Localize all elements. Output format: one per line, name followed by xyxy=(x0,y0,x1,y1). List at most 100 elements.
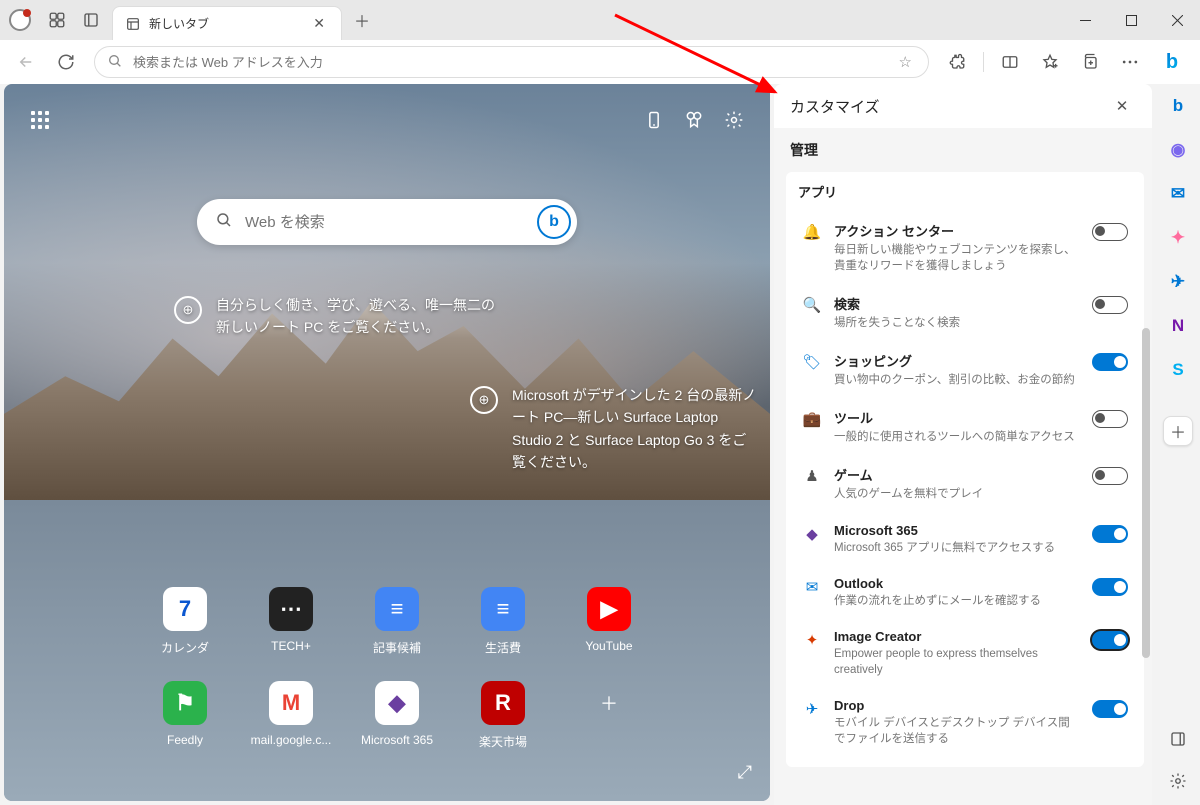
globe-icon: ⊕ xyxy=(174,296,202,324)
quick-link-tile[interactable]: ≡生活費 xyxy=(452,587,554,677)
tile-label: Feedly xyxy=(167,733,203,747)
search-icon xyxy=(107,53,123,72)
sidebar-settings-button[interactable] xyxy=(1164,767,1192,795)
sidebar-image-creator-button[interactable]: ✦ xyxy=(1164,224,1192,252)
rewards-button[interactable] xyxy=(676,102,712,138)
app-title: ショッピング xyxy=(834,351,1080,370)
quick-link-tile[interactable]: ◆Microsoft 365 xyxy=(346,681,448,771)
app-toggle[interactable] xyxy=(1092,223,1128,241)
promo-banner-2[interactable]: ⊕ Microsoft がデザインした 2 台の最新ノート PC—新しい Sur… xyxy=(470,384,760,474)
bing-chat-button[interactable]: b xyxy=(1152,42,1192,82)
window-controls xyxy=(1062,0,1200,40)
add-tile-button[interactable]: ＋ xyxy=(558,681,660,771)
customize-close-button[interactable]: ✕ xyxy=(1108,92,1136,120)
mobile-button[interactable] xyxy=(636,102,672,138)
apps-menu-button[interactable] xyxy=(22,102,58,138)
close-window-button[interactable] xyxy=(1154,0,1200,40)
favorites-button[interactable] xyxy=(1032,44,1068,80)
profile-icon xyxy=(9,9,31,31)
sidebar-drop-button[interactable]: ✈ xyxy=(1164,268,1192,296)
tile-icon: M xyxy=(269,681,313,725)
extensions-button[interactable] xyxy=(939,44,975,80)
back-button[interactable] xyxy=(8,44,44,80)
scrollbar[interactable] xyxy=(1142,328,1150,658)
tab-title: 新しいタブ xyxy=(149,15,309,32)
customize-card-title: アプリ xyxy=(798,182,1132,201)
plus-icon: ＋ xyxy=(587,681,631,725)
tile-label: mail.google.c... xyxy=(251,733,332,747)
maximize-button[interactable] xyxy=(1108,0,1154,40)
tile-label: 楽天市場 xyxy=(479,733,527,750)
app-toggle[interactable] xyxy=(1092,578,1128,596)
app-title: Outlook xyxy=(834,576,1080,591)
customize-item: ✦ Image Creator Empower people to expres… xyxy=(798,619,1132,688)
customize-apps-card: アプリ 🔔 アクション センター 毎日新しい機能やウェブコンテンツを探索し、貴重… xyxy=(786,172,1144,767)
workspaces-icon[interactable] xyxy=(40,0,74,40)
address-bar[interactable]: ☆ xyxy=(94,46,929,78)
customize-header: カスタマイズ ✕ xyxy=(774,84,1152,128)
promo-banner-1[interactable]: ⊕ 自分らしく働き、学び、遊べる、唯一無二の新しいノート PC をご覧ください。 xyxy=(174,294,504,339)
app-description: 作業の流れを止めずにメールを確認する xyxy=(834,593,1080,609)
bing-search-button[interactable]: b xyxy=(537,205,571,239)
promo-text-1: 自分らしく働き、学び、遊べる、唯一無二の新しいノート PC をご覧ください。 xyxy=(216,294,504,339)
app-toggle[interactable] xyxy=(1092,353,1128,371)
refresh-button[interactable] xyxy=(48,44,84,80)
quick-link-tile[interactable]: R楽天市場 xyxy=(452,681,554,771)
more-button[interactable] xyxy=(1112,44,1148,80)
app-toggle[interactable] xyxy=(1092,467,1128,485)
expand-button[interactable]: ⤢ xyxy=(738,762,752,783)
quick-link-tile[interactable]: ▶YouTube xyxy=(558,587,660,677)
ntp-search-box[interactable]: b xyxy=(197,199,577,245)
profile-button[interactable] xyxy=(0,0,40,40)
app-toggle[interactable] xyxy=(1092,296,1128,314)
quick-link-tile[interactable]: Mmail.google.c... xyxy=(240,681,342,771)
app-description: モバイル デバイスとデスクトップ デバイス間でファイルを送信する xyxy=(834,715,1080,747)
sidebar-bing-button[interactable]: b xyxy=(1164,92,1192,120)
sidebar-add-button[interactable]: ＋ xyxy=(1163,416,1193,446)
app-toggle[interactable] xyxy=(1092,410,1128,428)
favorite-icon[interactable]: ☆ xyxy=(895,53,916,71)
sidebar-onenote-button[interactable]: N xyxy=(1164,312,1192,340)
vertical-tabs-icon[interactable] xyxy=(74,0,108,40)
quick-link-tile[interactable]: ≡記事候補 xyxy=(346,587,448,677)
sidebar-toggle-button[interactable] xyxy=(1164,725,1192,753)
new-tab-button[interactable]: ＋ xyxy=(346,4,378,36)
browser-tab[interactable]: 新しいタブ ✕ xyxy=(112,6,342,40)
app-title: Drop xyxy=(834,698,1080,713)
minimize-button[interactable] xyxy=(1062,0,1108,40)
app-icon: ✦ xyxy=(802,630,822,650)
search-icon xyxy=(215,211,233,234)
tab-close-button[interactable]: ✕ xyxy=(309,13,329,34)
app-icon: 🔔 xyxy=(802,222,822,242)
app-toggle[interactable] xyxy=(1092,700,1128,718)
address-input[interactable] xyxy=(133,55,895,70)
quick-link-tile[interactable]: ⋯TECH+ xyxy=(240,587,342,677)
app-description: 買い物中のクーポン、割引の比較、お金の節約 xyxy=(834,372,1080,388)
sidebar-outlook-button[interactable]: ✉ xyxy=(1164,180,1192,208)
split-screen-button[interactable] xyxy=(992,44,1028,80)
customize-title: カスタマイズ xyxy=(790,96,880,117)
app-toggle[interactable] xyxy=(1092,525,1128,543)
app-title: 検索 xyxy=(834,294,1080,313)
tile-label: TECH+ xyxy=(271,639,311,653)
tile-label: 記事候補 xyxy=(373,639,421,656)
sidebar-copilot-button[interactable]: ◉ xyxy=(1164,136,1192,164)
tile-icon: ⚑ xyxy=(163,681,207,725)
promo-text-2: Microsoft がデザインした 2 台の最新ノート PC—新しい Surfa… xyxy=(512,384,760,474)
quick-link-tile[interactable]: 7カレンダ xyxy=(134,587,236,677)
app-toggle[interactable] xyxy=(1092,631,1128,649)
page-settings-button[interactable] xyxy=(716,102,752,138)
quick-link-tile[interactable]: ⚑ Feedly xyxy=(134,681,236,771)
app-description: Empower people to express themselves cre… xyxy=(834,646,1080,678)
tile-icon: ◆ xyxy=(375,681,419,725)
tile-label: YouTube xyxy=(585,639,632,653)
quick-links-grid: 7カレンダ⋯TECH+≡記事候補≡生活費▶YouTube ⚑ Feedly Mmail… xyxy=(134,587,660,771)
collections-button[interactable] xyxy=(1072,44,1108,80)
app-title: Microsoft 365 xyxy=(834,523,1080,538)
bing-icon: b xyxy=(549,213,559,231)
customize-item: ♟ ゲーム 人気のゲームを無料でプレイ xyxy=(798,455,1132,512)
app-description: 一般的に使用されるツールへの簡単なアクセス xyxy=(834,429,1080,445)
customize-item: ◆ Microsoft 365 Microsoft 365 アプリに無料でアクセ… xyxy=(798,513,1132,566)
sidebar-skype-button[interactable]: S xyxy=(1164,356,1192,384)
ntp-search-input[interactable] xyxy=(245,214,537,231)
